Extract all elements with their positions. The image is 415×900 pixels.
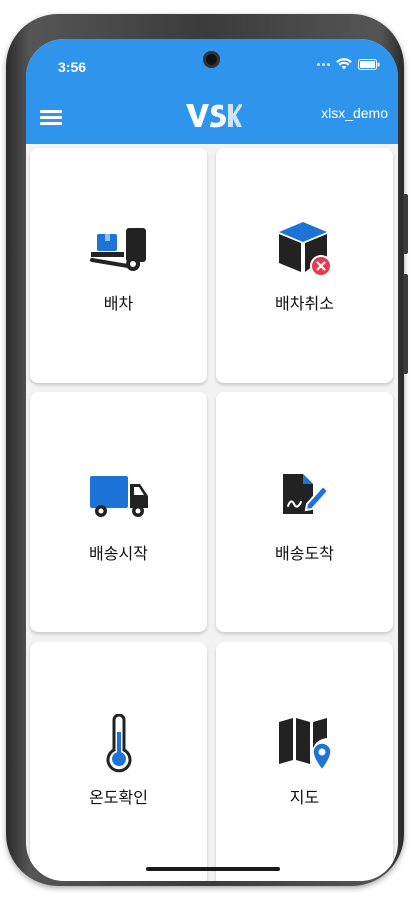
username-label[interactable]: xlsx_demo xyxy=(321,105,388,121)
menu-label: 온도확인 xyxy=(89,788,148,807)
wifi-icon xyxy=(336,58,352,70)
menu-tile-map[interactable]: 지도 xyxy=(216,642,393,881)
forklift-dispatch-icon xyxy=(89,228,146,271)
status-bar: 3:56 xyxy=(26,39,398,89)
signal-dots-icon xyxy=(317,62,330,66)
vsk-logo xyxy=(186,104,242,128)
phone-frame: 3:56 xlsx_demo 배차 배차취소 배송시작 배송도착 온도확인 지도 xyxy=(6,14,408,886)
menu-label: 지도 xyxy=(289,788,320,807)
box-cancel-icon xyxy=(278,222,332,277)
volume-button xyxy=(403,194,408,254)
truck-icon xyxy=(89,476,148,517)
hamburger-menu-icon[interactable] xyxy=(40,110,64,126)
status-icons xyxy=(317,58,380,70)
menu-tile-temperature[interactable]: 온도확인 xyxy=(30,642,207,881)
app-screen: 3:56 xlsx_demo 배차 배차취소 배송시작 배송도착 온도확인 지도 xyxy=(26,39,398,881)
home-indicator[interactable] xyxy=(146,867,280,871)
menu-label: 배송도착 xyxy=(275,544,334,563)
menu-label: 배차 xyxy=(103,294,134,313)
map-pin-icon xyxy=(278,718,332,772)
menu-label: 배차취소 xyxy=(275,294,334,313)
app-header: xlsx_demo xyxy=(26,89,398,144)
menu-label: 배송시작 xyxy=(89,544,148,563)
battery-icon xyxy=(358,58,380,70)
thermometer-icon xyxy=(106,714,131,773)
document-sign-icon xyxy=(282,474,329,514)
menu-tile-dispatch-cancel[interactable]: 배차취소 xyxy=(216,148,393,383)
status-time: 3:56 xyxy=(58,59,87,75)
menu-tile-delivery-start[interactable]: 배송시작 xyxy=(30,392,207,632)
power-button xyxy=(403,274,408,374)
front-camera xyxy=(203,51,220,68)
menu-tile-dispatch[interactable]: 배차 xyxy=(30,148,207,383)
menu-tile-delivery-arrival[interactable]: 배송도착 xyxy=(216,392,393,632)
